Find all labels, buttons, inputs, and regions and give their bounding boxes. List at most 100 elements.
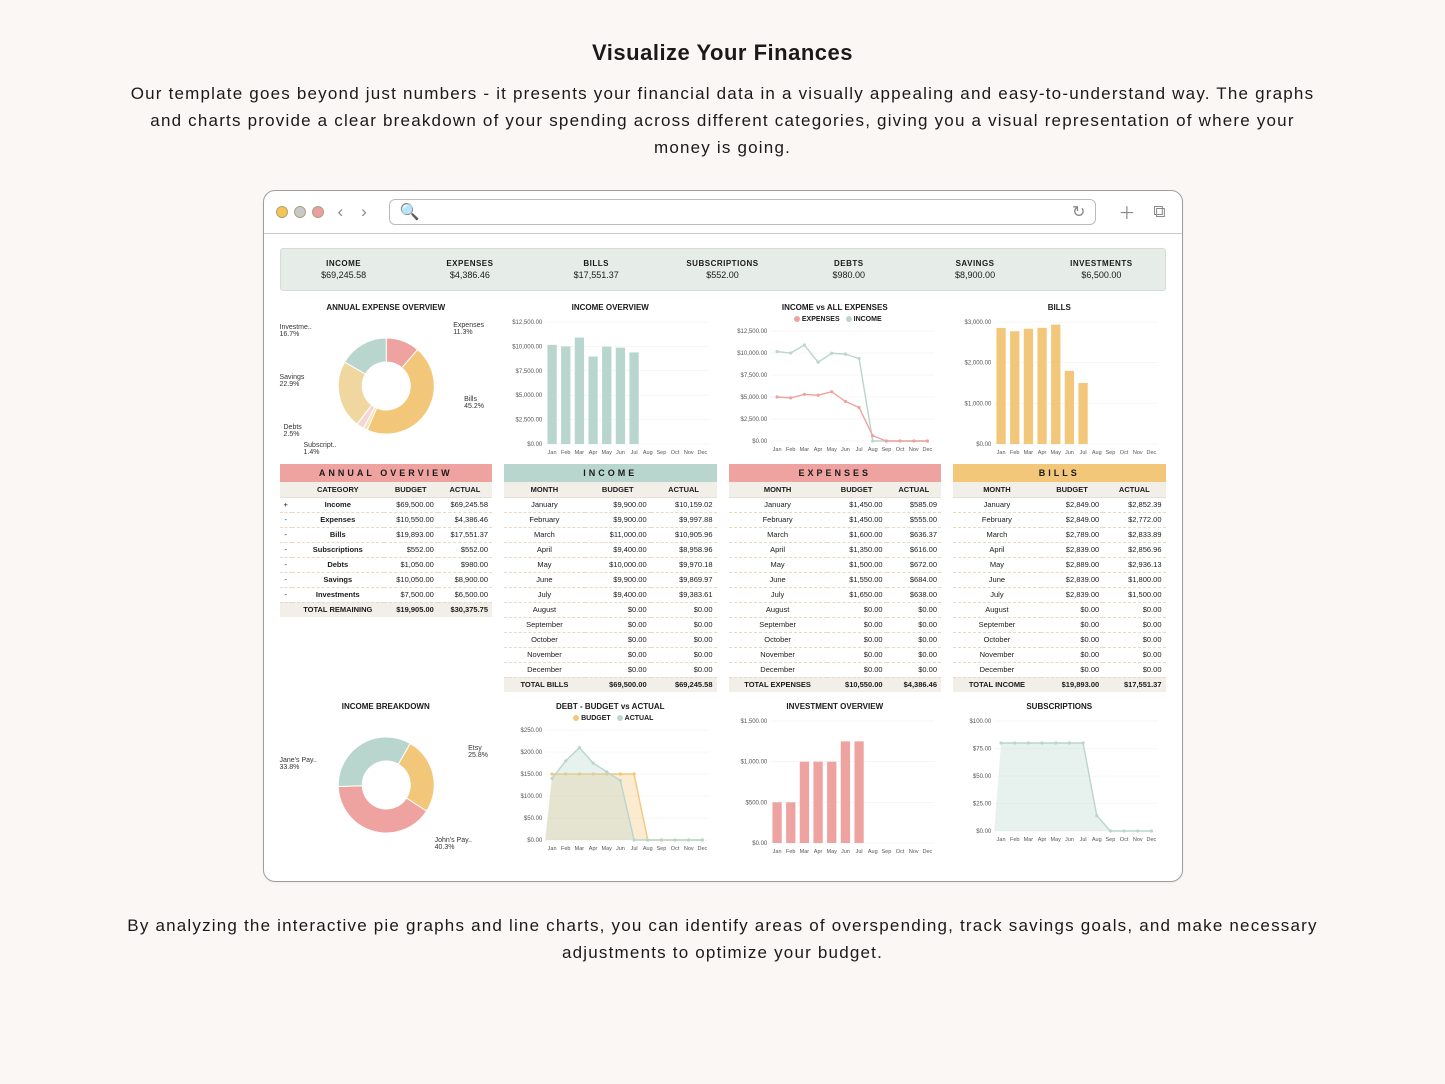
table-row: November$0.00$0.00 bbox=[504, 647, 717, 662]
table-bills: BILLS MONTHBUDGETACTUALJanuary$2,849.00$… bbox=[953, 464, 1166, 692]
table-row: -Bills$19,893.00$17,551.37 bbox=[280, 527, 493, 542]
table-row: April$2,839.00$2,856.96 bbox=[953, 542, 1166, 557]
svg-text:Apr: Apr bbox=[813, 849, 822, 855]
svg-text:$2,500.00: $2,500.00 bbox=[516, 417, 543, 423]
svg-text:Nov: Nov bbox=[908, 447, 918, 453]
svg-text:$0.00: $0.00 bbox=[752, 439, 768, 445]
panel-debt: DEBT - BUDGET vs ACTUAL BUDGETACTUAL $0.… bbox=[504, 700, 717, 855]
kpi-tile: SUBSCRIPTIONS$552.00 bbox=[659, 259, 785, 280]
kpi-tile: INVESTMENTS$6,500.00 bbox=[1038, 259, 1164, 280]
svg-text:$7,500.00: $7,500.00 bbox=[740, 373, 767, 379]
svg-text:Feb: Feb bbox=[1010, 837, 1019, 843]
svg-text:Jan: Jan bbox=[997, 837, 1006, 843]
table-row: July$9,400.00$9,383.61 bbox=[504, 587, 717, 602]
table-row: February$2,849.00$2,772.00 bbox=[953, 512, 1166, 527]
svg-text:$1,500.00: $1,500.00 bbox=[740, 719, 767, 725]
svg-text:Aug: Aug bbox=[643, 450, 653, 456]
svg-text:$3,000.00: $3,000.00 bbox=[965, 320, 992, 326]
svg-text:Mar: Mar bbox=[575, 846, 585, 852]
svg-text:Dec: Dec bbox=[698, 846, 708, 852]
chart-area-subs: $0.00$25.00$50.00$75.00$100.00JanFebMarA… bbox=[953, 715, 1166, 855]
svg-text:Sep: Sep bbox=[881, 849, 891, 855]
table-row: February$9,900.00$9,997.88 bbox=[504, 512, 717, 527]
donut-income-breakdown bbox=[280, 715, 493, 855]
back-button[interactable]: ‹ bbox=[334, 202, 348, 222]
svg-text:Mar: Mar bbox=[1024, 450, 1034, 456]
svg-text:May: May bbox=[1051, 837, 1062, 843]
svg-text:Jan: Jan bbox=[548, 450, 557, 456]
window-dot[interactable] bbox=[276, 206, 288, 218]
svg-text:Oct: Oct bbox=[1120, 837, 1129, 843]
svg-text:Dec: Dec bbox=[1147, 450, 1157, 456]
table-row: January$9,900.00$10,159.02 bbox=[504, 497, 717, 512]
reload-icon[interactable]: ↻ bbox=[1072, 202, 1085, 222]
panel-investment: INVESTMENT OVERVIEW $0.00$500.00$1,000.0… bbox=[729, 700, 942, 855]
svg-text:Apr: Apr bbox=[589, 846, 598, 852]
svg-text:$0.00: $0.00 bbox=[527, 442, 543, 448]
table-row: -Expenses$10,550.00$4,386.46 bbox=[280, 512, 493, 527]
svg-text:Mar: Mar bbox=[575, 450, 585, 456]
svg-text:Jun: Jun bbox=[840, 447, 849, 453]
svg-text:Sep: Sep bbox=[657, 846, 667, 852]
table-row: -Subscriptions$552.00$552.00 bbox=[280, 542, 493, 557]
panel-title: INCOME OVERVIEW bbox=[504, 303, 717, 312]
svg-text:$0.00: $0.00 bbox=[976, 442, 992, 448]
window-dots bbox=[276, 206, 324, 218]
svg-text:Oct: Oct bbox=[895, 447, 904, 453]
svg-text:Feb: Feb bbox=[786, 849, 795, 855]
table-row: May$2,889.00$2,936.13 bbox=[953, 557, 1166, 572]
kpi-tile: SAVINGS$8,900.00 bbox=[912, 259, 1038, 280]
svg-text:$100.00: $100.00 bbox=[521, 794, 543, 800]
window-dot[interactable] bbox=[294, 206, 306, 218]
svg-text:Jul: Jul bbox=[631, 450, 638, 456]
svg-text:Nov: Nov bbox=[908, 849, 918, 855]
chart-bar-bills: $0.00$1,000.00$2,000.00$3,000.00JanFebMa… bbox=[953, 316, 1166, 456]
panel-title: BILLS bbox=[953, 303, 1166, 312]
chart-line-vs: $0.00$2,500.00$5,000.00$7,500.00$10,000.… bbox=[729, 325, 942, 453]
svg-text:$2,500.00: $2,500.00 bbox=[740, 417, 767, 423]
kpi-tile: BILLS$17,551.37 bbox=[533, 259, 659, 280]
svg-text:Sep: Sep bbox=[881, 447, 891, 453]
table-row: September$0.00$0.00 bbox=[504, 617, 717, 632]
kpi-tile: INCOME$69,245.58 bbox=[281, 259, 407, 280]
svg-text:Dec: Dec bbox=[698, 450, 708, 456]
url-bar[interactable]: 🔍 ↻ bbox=[389, 199, 1097, 225]
svg-text:Mar: Mar bbox=[799, 849, 809, 855]
new-tab-button[interactable]: ＋ bbox=[1114, 199, 1139, 224]
table-row: June$2,839.00$1,800.00 bbox=[953, 572, 1166, 587]
svg-text:Jul: Jul bbox=[1080, 450, 1087, 456]
tabs-icon[interactable]: ⧉ bbox=[1149, 202, 1169, 222]
svg-text:Jan: Jan bbox=[997, 450, 1006, 456]
page-title: Visualize Your Finances bbox=[60, 40, 1385, 66]
chart-bar-investment: $0.00$500.00$1,000.00$1,500.00JanFebMarA… bbox=[729, 715, 942, 855]
svg-text:Jun: Jun bbox=[616, 846, 625, 852]
svg-text:$25.00: $25.00 bbox=[973, 801, 992, 807]
svg-text:Apr: Apr bbox=[813, 447, 822, 453]
chart-area-debt: $0.00$50.00$100.00$150.00$200.00$250.00J… bbox=[504, 724, 717, 852]
svg-text:Sep: Sep bbox=[1106, 450, 1116, 456]
svg-text:$100.00: $100.00 bbox=[970, 719, 992, 725]
table-row: December$0.00$0.00 bbox=[953, 662, 1166, 677]
svg-text:$5,000.00: $5,000.00 bbox=[516, 393, 543, 399]
svg-text:$200.00: $200.00 bbox=[521, 750, 543, 756]
window-dot[interactable] bbox=[312, 206, 324, 218]
svg-text:Feb: Feb bbox=[1010, 450, 1019, 456]
table-row: June$9,900.00$9,869.97 bbox=[504, 572, 717, 587]
panel-bills: BILLS $0.00$1,000.00$2,000.00$3,000.00Ja… bbox=[953, 301, 1166, 456]
table-row: January$1,450.00$585.09 bbox=[729, 497, 942, 512]
svg-text:Aug: Aug bbox=[1092, 837, 1102, 843]
svg-text:Dec: Dec bbox=[1147, 837, 1157, 843]
panel-annual-expense: ANNUAL EXPENSE OVERVIEW Expenses11.3% Bi… bbox=[280, 301, 493, 456]
browser-frame: ‹ › 🔍 ↻ ＋ ⧉ INCOME$69,245.58EXPENSES$4,3… bbox=[263, 190, 1183, 882]
table-row: April$9,400.00$8,958.96 bbox=[504, 542, 717, 557]
forward-button[interactable]: › bbox=[357, 202, 371, 222]
panel-title: ANNUAL EXPENSE OVERVIEW bbox=[280, 303, 493, 312]
table-row: May$1,500.00$672.00 bbox=[729, 557, 942, 572]
table-row: -Savings$10,050.00$8,900.00 bbox=[280, 572, 493, 587]
svg-text:Aug: Aug bbox=[867, 447, 877, 453]
chart-legend: BUDGETACTUAL bbox=[504, 715, 717, 722]
table-row: August$0.00$0.00 bbox=[953, 602, 1166, 617]
svg-text:Oct: Oct bbox=[895, 849, 904, 855]
svg-text:May: May bbox=[826, 447, 837, 453]
table-row: November$0.00$0.00 bbox=[953, 647, 1166, 662]
